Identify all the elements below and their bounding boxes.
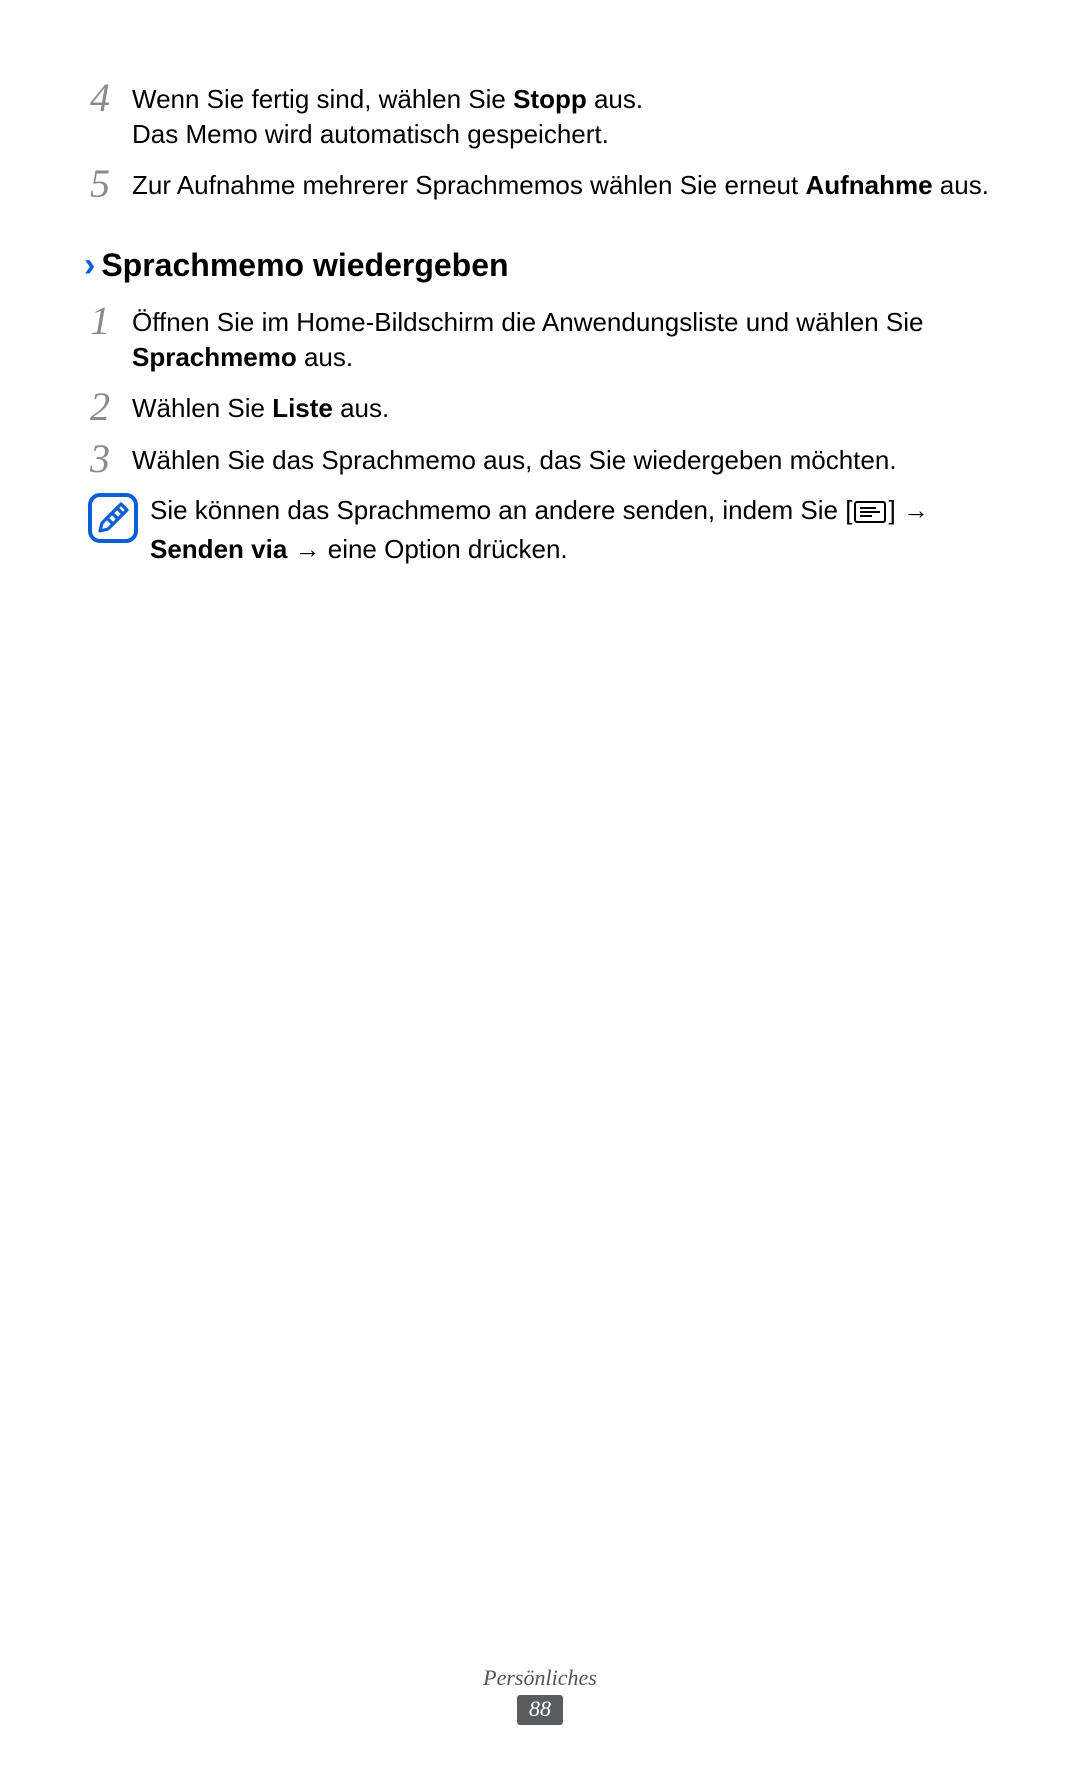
step-number: 4 — [90, 78, 132, 118]
numbered-step: 4Wenn Sie fertig sind, wählen Sie Stopp … — [90, 80, 990, 152]
note-text-mid1: ] → — [888, 495, 928, 525]
chevron-icon: › — [84, 246, 95, 285]
step-text: Zur Aufnahme mehrerer Sprachmemos wählen… — [132, 166, 989, 203]
step-text: Wählen Sie Liste aus. — [132, 389, 389, 426]
section-heading: › Sprachmemo wiedergeben — [90, 246, 990, 285]
step-number: 1 — [90, 301, 132, 341]
step-text: Wählen Sie das Sprachmemo aus, das Sie w… — [132, 441, 897, 478]
numbered-step: 1Öffnen Sie im Home-Bildschirm die Anwen… — [90, 303, 990, 375]
numbered-step: 3Wählen Sie das Sprachmemo aus, das Sie … — [90, 441, 990, 479]
step-number: 3 — [90, 439, 132, 479]
page-footer: Persönliches 88 — [0, 1665, 1080, 1725]
numbered-step: 5Zur Aufnahme mehrerer Sprachmemos wähle… — [90, 166, 990, 204]
step-number: 2 — [90, 387, 132, 427]
section-title: Sprachmemo wiedergeben — [101, 247, 508, 284]
step-text: Wenn Sie fertig sind, wählen Sie Stopp a… — [132, 80, 643, 152]
page-number-badge: 88 — [517, 1695, 563, 1725]
document-page: 4Wenn Sie fertig sind, wählen Sie Stopp … — [0, 0, 1080, 568]
step-text: Öffnen Sie im Home-Bildschirm die Anwend… — [132, 303, 990, 375]
note-text: Sie können das Sprachmemo an andere send… — [150, 493, 990, 567]
note-text-pre: Sie können das Sprachmemo an andere send… — [150, 495, 852, 525]
note-pencil-icon — [88, 493, 138, 543]
note-callout: Sie können das Sprachmemo an andere send… — [90, 493, 990, 567]
footer-section-label: Persönliches — [0, 1665, 1080, 1691]
note-text-bold: Senden via — [150, 534, 287, 564]
note-text-mid2: → eine Option drücken. — [287, 534, 567, 564]
step-number: 5 — [90, 164, 132, 204]
menu-button-icon — [854, 497, 886, 532]
numbered-step: 2Wählen Sie Liste aus. — [90, 389, 990, 427]
